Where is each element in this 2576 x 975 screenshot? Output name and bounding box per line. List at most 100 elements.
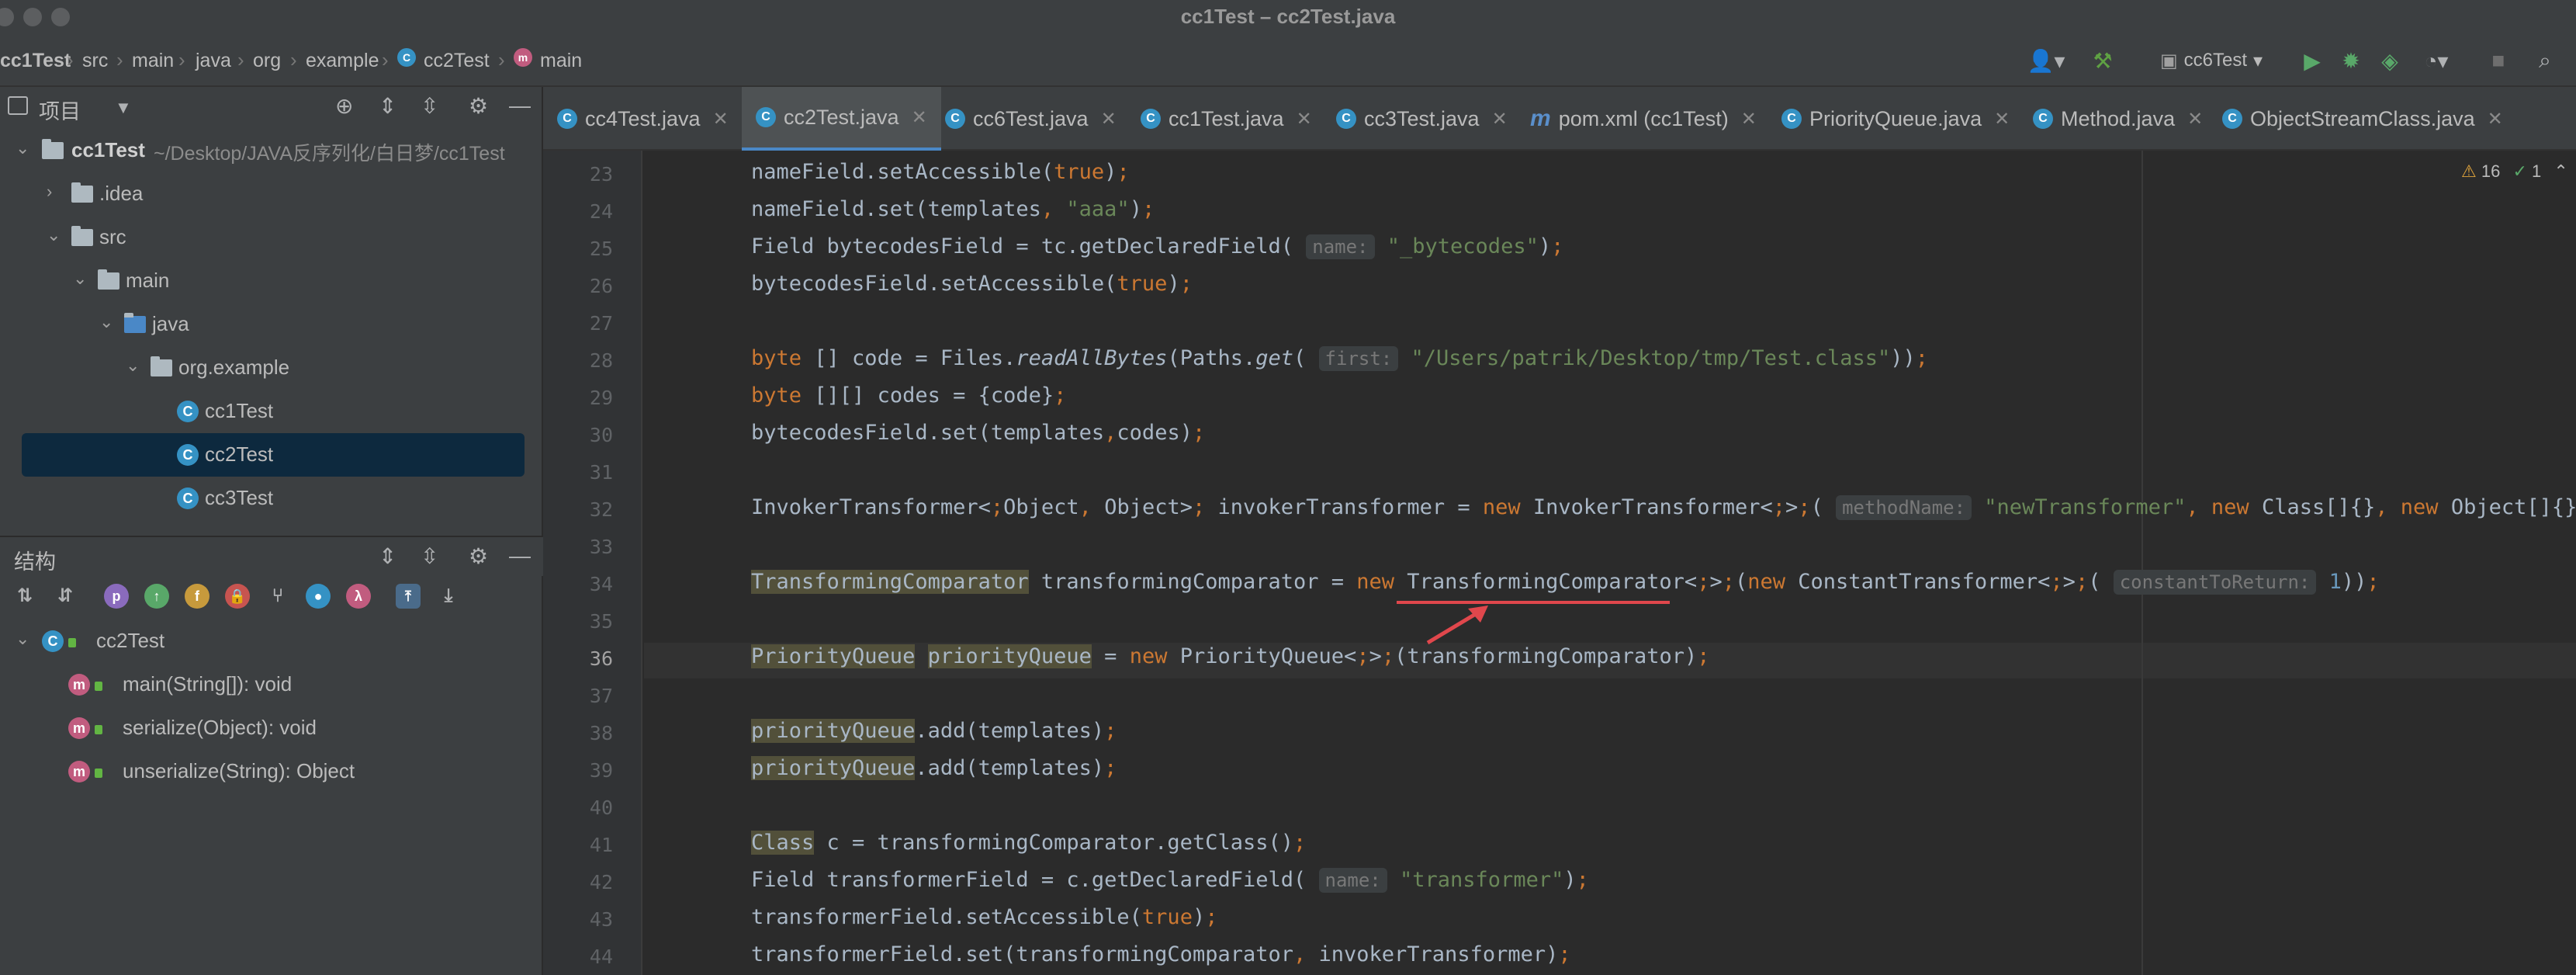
collapse-all-icon[interactable]: ⇳ xyxy=(421,93,438,119)
close-icon[interactable]: ✕ xyxy=(1101,108,1117,130)
stop-icon[interactable]: ■ xyxy=(2483,47,2514,75)
code-line[interactable]: Field transformerField = c.getDeclaredFi… xyxy=(751,868,1589,893)
code-line[interactable]: priorityQueue.add(templates); xyxy=(751,756,1117,780)
tree-item-main[interactable]: ⌄ main xyxy=(0,259,543,303)
breadcrumb-project[interactable]: cc1Test xyxy=(0,50,71,72)
code-line[interactable]: Field bytecodesField = tc.getDeclaredFie… xyxy=(751,234,1563,259)
tree-item-cc2test[interactable]: C cc2Test xyxy=(22,433,525,477)
tree-item-root[interactable]: ⌄ cc1Test ~/Desktop/JAVA反序列化/白日梦/cc1Test xyxy=(0,129,543,172)
tab-pom[interactable]: m pom.xml (cc1Test) ✕ xyxy=(1530,87,1757,151)
structure-method-item[interactable]: m serialize(Object): void xyxy=(0,706,543,750)
debug-icon[interactable]: ✹ xyxy=(2335,47,2367,75)
user-icon[interactable]: 👤▾ xyxy=(2027,47,2065,75)
search-icon[interactable]: ⌕ xyxy=(2529,47,2560,75)
tab-cc4test[interactable]: Ccc4Test.java ✕ xyxy=(557,87,729,151)
breadcrumb-org[interactable]: org xyxy=(253,50,281,72)
show-non-public-icon[interactable]: 🔒 xyxy=(225,584,250,609)
code-editor[interactable]: nameField.setAccessible(true); nameField.… xyxy=(644,151,2576,975)
code-line[interactable]: byte [][] codes = {code}; xyxy=(751,383,1066,408)
hide-panel-icon[interactable]: — xyxy=(509,543,531,568)
expand-all-icon[interactable]: ⇕ xyxy=(379,543,396,569)
show-anonymous-icon[interactable]: ● xyxy=(306,584,331,609)
chevron-down-icon[interactable]: ⌄ xyxy=(99,312,113,332)
breadcrumb-example[interactable]: example xyxy=(306,50,379,72)
close-icon[interactable]: ✕ xyxy=(2488,108,2503,130)
close-icon[interactable]: ✕ xyxy=(713,108,729,130)
breadcrumb-src[interactable]: src xyxy=(82,50,108,72)
code-line[interactable]: InvokerTransformer<;Object, Object>; inv… xyxy=(751,495,2576,520)
tab-cc1test[interactable]: Ccc1Test.java ✕ xyxy=(1141,87,1312,151)
code-line[interactable]: Class c = transformingComparator.getClas… xyxy=(751,831,1306,855)
breadcrumb-java[interactable]: java xyxy=(196,50,231,72)
chevron-down-icon[interactable]: ▼ xyxy=(115,98,132,118)
code-line[interactable]: bytecodesField.setAccessible(true); xyxy=(751,272,1193,296)
code-line[interactable]: priorityQueue.add(templates); xyxy=(751,719,1117,743)
locate-icon[interactable]: ⊕ xyxy=(335,93,353,119)
tab-method[interactable]: C Method.java ✕ xyxy=(2033,87,2203,151)
sort-visibility-icon[interactable]: ⇅ xyxy=(12,584,37,609)
close-icon[interactable]: ✕ xyxy=(912,106,927,129)
expand-all-icon[interactable]: ⇕ xyxy=(379,93,396,119)
autoscroll-from-source-icon[interactable]: ⤓ xyxy=(436,584,461,609)
tree-item-java[interactable]: ⌄ java xyxy=(0,303,543,346)
tree-item-cc1test[interactable]: C cc1Test xyxy=(0,390,543,433)
chevron-down-icon[interactable]: ⌄ xyxy=(126,356,140,376)
chevron-down-icon[interactable]: ⌄ xyxy=(16,138,29,158)
class-icon: C xyxy=(42,630,64,652)
code-line[interactable]: byte [] code = Files.readAllBytes(Paths.… xyxy=(751,346,1928,371)
autoscroll-to-source-icon[interactable]: ⤒ xyxy=(396,584,421,609)
close-icon[interactable]: ✕ xyxy=(2187,108,2203,130)
tab-cc3test[interactable]: Ccc3Test.java ✕ xyxy=(1336,87,1508,151)
code-line[interactable]: TransformingComparator transformingCompa… xyxy=(751,570,2380,595)
coverage-icon[interactable]: ◈ xyxy=(2374,47,2405,75)
code-line[interactable]: PriorityQueue priorityQueue = new Priori… xyxy=(751,644,1710,668)
editor-tab-bar: Ccc4Test.java ✕ Ccc2Test.java ✕ Ccc6Test.j… xyxy=(543,87,2576,151)
close-icon[interactable]: ✕ xyxy=(1741,108,1757,130)
inspection-widget[interactable]: ⚠ 16 ✓ 1 ⌃ xyxy=(2461,161,2568,182)
run-config-select[interactable]: ▣ cc6Test ▾ xyxy=(2134,47,2289,75)
chevron-up-icon[interactable]: ⌃ xyxy=(2553,161,2567,181)
chevron-down-icon[interactable]: ⌄ xyxy=(16,629,29,649)
project-panel-title[interactable]: 项目 xyxy=(39,95,81,125)
tab-cc6test[interactable]: Ccc6Test.java ✕ xyxy=(945,87,1117,151)
breadcrumb-class[interactable]: cc2Test xyxy=(424,50,490,72)
show-lambdas-tree-icon[interactable]: ⑂ xyxy=(265,584,290,609)
sort-alpha-icon[interactable]: ⇵ xyxy=(53,584,78,609)
structure-panel-title[interactable]: 结构 xyxy=(14,545,56,575)
tree-item-src[interactable]: ⌄ src xyxy=(0,216,543,259)
structure-method-item[interactable]: m unserialize(String): Object xyxy=(0,750,543,793)
tree-item-package[interactable]: ⌄ org.example xyxy=(0,346,543,390)
line-number-gutter[interactable]: 23 24 25 26 27 28 29 30 31 32 33 34 35 3… xyxy=(543,151,642,975)
tree-item-idea[interactable]: › .idea xyxy=(0,172,543,216)
code-line[interactable]: transformerField.set(transformingCompara… xyxy=(751,942,1571,966)
close-icon[interactable]: ✕ xyxy=(1297,108,1312,130)
gear-icon[interactable]: ⚙ xyxy=(469,543,488,569)
tab-objectstreamclass[interactable]: C ObjectStreamClass.java ✕ xyxy=(2222,87,2503,151)
build-hammer-icon[interactable]: ⚒ xyxy=(2087,47,2118,75)
tree-item-cc3test[interactable]: C cc3Test xyxy=(0,477,543,520)
close-icon[interactable]: ✕ xyxy=(1492,108,1508,130)
profile-icon[interactable]: ◔▾ xyxy=(2413,47,2460,75)
close-icon[interactable]: ✕ xyxy=(1994,108,2010,130)
gear-icon[interactable]: ⚙ xyxy=(469,93,488,119)
tab-priorityqueue[interactable]: C PriorityQueue.java ✕ xyxy=(1781,87,2010,151)
code-line[interactable]: nameField.setAccessible(true); xyxy=(751,160,1130,184)
code-line[interactable]: nameField.set(templates, "aaa"); xyxy=(751,197,1155,221)
structure-class-node[interactable]: ⌄ C cc2Test xyxy=(0,619,543,663)
show-inherited-icon[interactable]: ↑ xyxy=(144,584,169,609)
chevron-down-icon[interactable]: ⌄ xyxy=(73,269,87,289)
show-properties-icon[interactable]: p xyxy=(104,584,129,609)
collapse-all-icon[interactable]: ⇳ xyxy=(421,543,438,569)
run-icon[interactable]: ▶ xyxy=(2297,47,2328,75)
code-line[interactable]: transformerField.setAccessible(true); xyxy=(751,905,1217,929)
breadcrumb-method[interactable]: main xyxy=(540,50,582,72)
code-line[interactable]: bytecodesField.set(templates,codes); xyxy=(751,421,1205,445)
show-lambda-icon[interactable]: λ xyxy=(346,584,371,609)
show-fields-icon[interactable]: f xyxy=(185,584,209,609)
chevron-down-icon[interactable]: ⌄ xyxy=(47,225,61,245)
tab-cc2test[interactable]: Ccc2Test.java ✕ xyxy=(742,87,941,151)
breadcrumb-main[interactable]: main xyxy=(132,50,174,72)
hide-panel-icon[interactable]: — xyxy=(509,93,531,118)
structure-method-item[interactable]: m main(String[]): void xyxy=(0,663,543,706)
chevron-right-icon[interactable]: › xyxy=(47,182,52,202)
